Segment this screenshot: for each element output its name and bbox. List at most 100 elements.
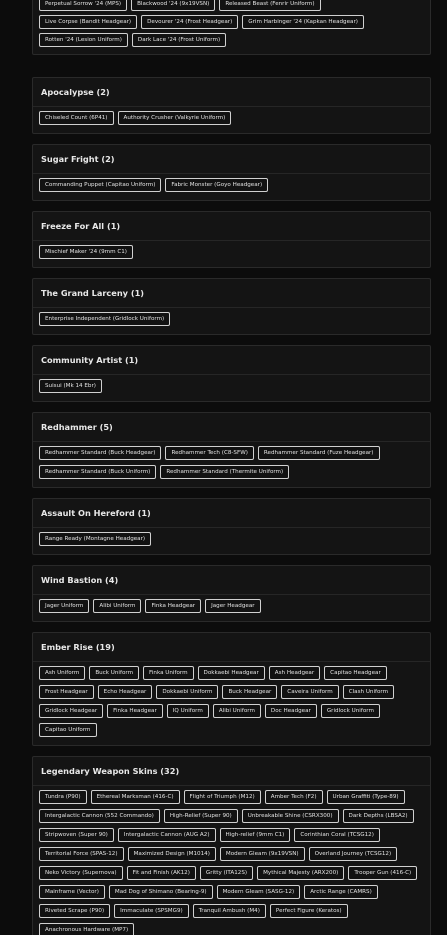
item-chip[interactable]: Corinthian Coral (TCSG12) xyxy=(294,828,380,842)
item-chip[interactable]: Finka Uniform xyxy=(143,666,194,680)
item-chip[interactable]: Overland Journey (TCSG12) xyxy=(308,847,398,861)
collection-page: Perpetual Sorrow '24 (MPS) Blackwood '24 … xyxy=(0,0,447,935)
item-chip[interactable]: Devourer '24 (Frost Headgear) xyxy=(141,15,239,29)
chip-list: Jager Uniform Alibi Uniform Finka Headgear… xyxy=(33,595,430,621)
item-chip[interactable]: Clash Uniform xyxy=(342,685,395,699)
item-chip[interactable]: Dark Depths (LBSA2) xyxy=(342,809,414,823)
chip-list: Ash Uniform Buck Uniform Finka Uniform Dokk… xyxy=(33,662,430,745)
section-freeze-for-all: Freeze For All (1) Mischief Maker '24 (9… xyxy=(32,211,431,268)
section-title: Apocalypse (2) xyxy=(33,78,430,107)
item-chip[interactable]: Ash Uniform xyxy=(39,666,86,680)
item-chip[interactable]: Arctic Range (CAMRS) xyxy=(304,885,378,899)
item-chip[interactable]: Redhammer Standard (Buck Headgear) xyxy=(39,446,162,460)
item-chip[interactable]: Redhammer Standard (Buck Uniform) xyxy=(39,465,157,479)
item-chip[interactable]: Neko Victory (Supernova) xyxy=(39,866,123,880)
item-chip[interactable]: Dokkaebi Uniform xyxy=(156,685,219,699)
item-chip[interactable]: Fabric Monster (Goyo Headgear) xyxy=(165,178,269,192)
item-chip[interactable]: Stripwoven (Super 90) xyxy=(39,828,114,842)
section-title: Redhammer (5) xyxy=(33,413,430,442)
section-apocalypse: Apocalypse (2) Chiseled Count (6P41) Auth… xyxy=(32,77,431,134)
item-chip[interactable]: Authority Crusher (Valkyrie Uniform) xyxy=(117,111,232,125)
chip-list: Tundra (P90) Ethereal Marksman (416-C) Fli… xyxy=(33,786,430,935)
item-chip[interactable]: Modern Gleam (SASG-12) xyxy=(216,885,301,899)
item-chip[interactable]: Redhammer Tech (C8-SFW) xyxy=(165,446,254,460)
section-title: The Grand Larceny (1) xyxy=(33,279,430,308)
item-chip[interactable]: Finka Headgear xyxy=(107,704,163,718)
item-chip[interactable]: Redhammer Standard (Thermite Uniform) xyxy=(160,465,290,479)
item-chip[interactable]: Capitao Headgear xyxy=(324,666,387,680)
chip-list: Chiseled Count (6P41) Authority Crusher (… xyxy=(33,107,430,133)
item-chip[interactable]: Jager Headgear xyxy=(205,599,261,613)
item-chip[interactable]: Redhammer Standard (Fuze Headgear) xyxy=(257,446,380,460)
section-title: Legendary Weapon Skins (32) xyxy=(33,757,430,786)
item-chip[interactable]: Flight of Triumph (M12) xyxy=(183,790,261,804)
section-legendary-weapon-skins: Legendary Weapon Skins (32) Tundra (P90)… xyxy=(32,756,431,935)
item-chip[interactable]: Anachronous Hardware (MP7) xyxy=(39,923,135,935)
item-chip[interactable]: Ethereal Marksman (416-C) xyxy=(90,790,180,804)
chip-list: Suisui (Mk 14 Ebr) xyxy=(33,375,430,401)
item-chip[interactable]: Unbreakable Shine (CSRX300) xyxy=(241,809,339,823)
item-chip[interactable]: Mainframe (Vector) xyxy=(39,885,105,899)
item-chip[interactable]: Trooper Gun (416-C) xyxy=(348,866,418,880)
item-chip[interactable]: Chiseled Count (6P41) xyxy=(39,111,114,125)
item-chip[interactable]: Mad Dog of Shimano (Bearing-9) xyxy=(108,885,213,899)
item-chip[interactable]: Rotten '24 (Lesion Uniform) xyxy=(39,33,128,47)
chip-list: Enterprise Independent (Gridlock Uniform… xyxy=(33,308,430,334)
section-assault-on-hereford: Assault On Hereford (1) Range Ready (Mon… xyxy=(32,498,431,555)
item-chip[interactable]: Gridlock Headgear xyxy=(39,704,104,718)
chip-list: Perpetual Sorrow '24 (MPS) Blackwood '24 … xyxy=(33,0,430,54)
item-chip[interactable]: Caveira Uniform xyxy=(281,685,339,699)
item-chip[interactable]: Live Corpse (Bandit Headgear) xyxy=(39,15,138,29)
section-grand-larceny: The Grand Larceny (1) Enterprise Indepen… xyxy=(32,278,431,335)
item-chip[interactable]: Frost Headgear xyxy=(39,685,94,699)
item-chip[interactable]: Modern Gleam (9x19VSN) xyxy=(219,847,305,861)
chip-list: Range Ready (Montagne Headgear) xyxy=(33,528,430,554)
item-chip[interactable]: Buck Headgear xyxy=(222,685,278,699)
item-chip[interactable]: Urban Graffiti (Type-89) xyxy=(326,790,405,804)
item-chip[interactable]: Released Beast (Fenrir Uniform) xyxy=(219,0,321,11)
item-chip[interactable]: Ash Headgear xyxy=(268,666,321,680)
item-chip[interactable]: Riveted Scrape (P90) xyxy=(39,904,111,918)
item-chip[interactable]: IQ Uniform xyxy=(166,704,209,718)
item-chip[interactable]: High-Relief (Super 90) xyxy=(163,809,238,823)
item-chip[interactable]: Tranquil Ambush (M4) xyxy=(192,904,266,918)
item-chip[interactable]: Capitao Uniform xyxy=(39,723,97,737)
chip-list: Redhammer Standard (Buck Headgear) Redham… xyxy=(33,442,430,487)
section-community-artist: Community Artist (1) Suisui (Mk 14 Ebr) xyxy=(32,345,431,402)
item-chip[interactable]: Amber Tech (F2) xyxy=(264,790,323,804)
item-chip[interactable]: Mischief Maker '24 (9mm C1) xyxy=(39,245,133,259)
item-chip[interactable]: Intergalactic Cannon (552 Commando) xyxy=(39,809,160,823)
item-chip[interactable]: Dark Lace '24 (Frost Uniform) xyxy=(131,33,227,47)
item-chip[interactable]: Range Ready (Montagne Headgear) xyxy=(39,532,152,546)
item-chip[interactable]: Maximized Design (M1014) xyxy=(127,847,216,861)
section-title: Assault On Hereford (1) xyxy=(33,499,430,528)
section-sugar-fright: Sugar Fright (2) Commanding Puppet (Capi… xyxy=(32,144,431,201)
section-title: Sugar Fright (2) xyxy=(33,145,430,174)
item-chip[interactable]: Blackwood '24 (9x19VSN) xyxy=(131,0,216,11)
item-chip[interactable]: Grim Harbinger '24 (Kapkan Headgear) xyxy=(242,15,364,29)
item-chip[interactable]: Territorial Force (SPAS-12) xyxy=(39,847,124,861)
item-chip[interactable]: Mythical Majesty (ARX200) xyxy=(257,866,345,880)
item-chip[interactable]: Alibi Uniform xyxy=(212,704,261,718)
section-top: Perpetual Sorrow '24 (MPS) Blackwood '24 … xyxy=(32,0,431,55)
item-chip[interactable]: Alibi Uniform xyxy=(93,599,142,613)
item-chip[interactable]: Suisui (Mk 14 Ebr) xyxy=(39,379,102,393)
item-chip[interactable]: Jager Uniform xyxy=(39,599,90,613)
section-redhammer: Redhammer (5) Redhammer Standard (Buck H… xyxy=(32,412,431,488)
item-chip[interactable]: Gridlock Uniform xyxy=(320,704,380,718)
item-chip[interactable]: Fit and Finish (AK12) xyxy=(126,866,196,880)
item-chip[interactable]: Perfect Figure (Keratos) xyxy=(269,904,348,918)
item-chip[interactable]: Tundra (P90) xyxy=(39,790,87,804)
item-chip[interactable]: Buck Uniform xyxy=(89,666,140,680)
item-chip[interactable]: Gritty (ITA12S) xyxy=(199,866,254,880)
item-chip[interactable]: Intergalactic Cannon (AUG A2) xyxy=(117,828,216,842)
item-chip[interactable]: Finka Headgear xyxy=(145,599,202,613)
item-chip[interactable]: Commanding Puppet (Capitao Uniform) xyxy=(39,178,162,192)
item-chip[interactable]: Immaculate (SPSMG9) xyxy=(114,904,189,918)
item-chip[interactable]: Dokkaebi Headgear xyxy=(197,666,265,680)
item-chip[interactable]: Perpetual Sorrow '24 (MPS) xyxy=(39,0,128,11)
item-chip[interactable]: Enterprise Independent (Gridlock Uniform… xyxy=(39,312,171,326)
item-chip[interactable]: High-relief (9mm C1) xyxy=(219,828,291,842)
item-chip[interactable]: Echo Headgear xyxy=(97,685,153,699)
item-chip[interactable]: Doc Headgear xyxy=(264,704,317,718)
